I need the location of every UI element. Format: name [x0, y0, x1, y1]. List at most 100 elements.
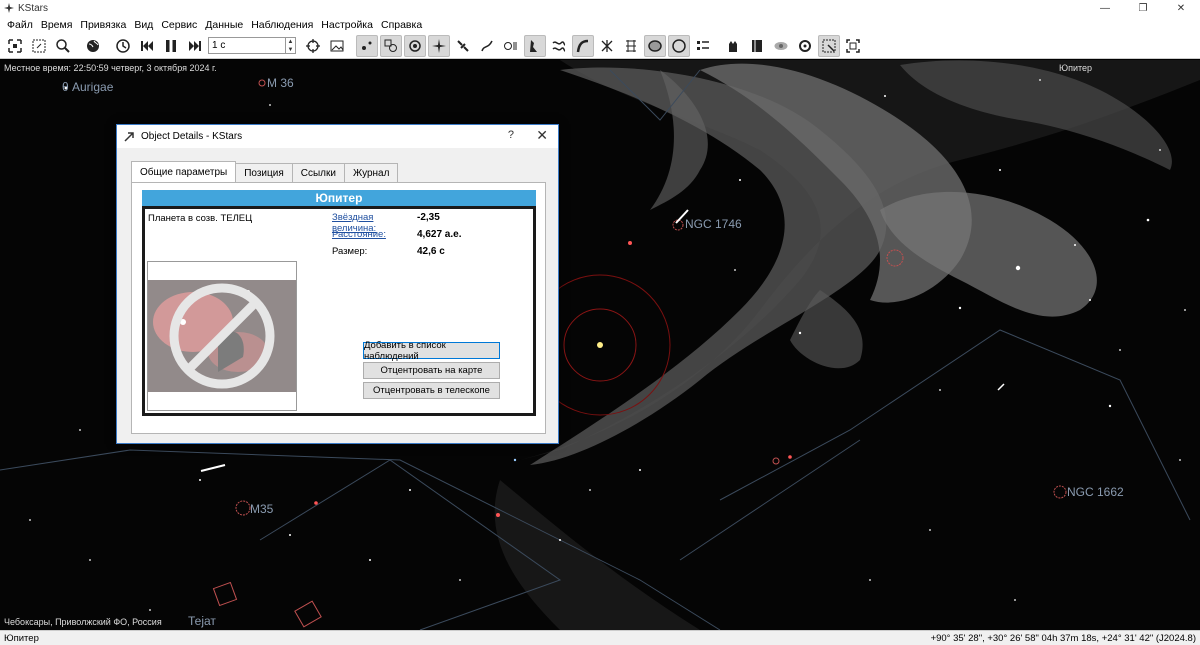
pause-icon [166, 39, 176, 52]
toggle-hips-button[interactable] [692, 35, 714, 57]
toggle-stars-button[interactable] [356, 34, 378, 57]
close-window-button[interactable]: ✕ [1162, 0, 1200, 16]
menu-bar: Файл Время Привязка Вид Сервис Данные На… [0, 16, 1200, 33]
center-telescope-button[interactable]: Отцентровать в телескопе [363, 382, 500, 399]
maximize-button[interactable]: ❐ [1124, 0, 1162, 16]
close-dialog-button[interactable]: ✕ [536, 127, 548, 144]
globe-button[interactable] [82, 35, 104, 57]
target-icon [799, 39, 811, 52]
time-backward-button[interactable] [136, 35, 158, 57]
galaxy-marker[interactable] [294, 600, 322, 628]
toggle-constellation-art-button[interactable] [524, 34, 546, 57]
hud-focus-object: Юпитер [1059, 63, 1093, 73]
center-on-map-button[interactable]: Отцентровать на карте [363, 362, 500, 379]
streak [997, 383, 1005, 391]
label-ngc1662[interactable]: NGC 1662 [1067, 485, 1124, 499]
fullscreen-button[interactable] [842, 35, 864, 57]
find-object-button[interactable] [52, 35, 74, 57]
ngc1662-marker[interactable] [1053, 485, 1067, 499]
m36-marker[interactable] [258, 79, 266, 87]
property-distance: Расстояние: 4,627 а.е. [332, 229, 461, 240]
menu-help[interactable]: Справка [377, 19, 426, 31]
menu-file[interactable]: Файл [3, 19, 37, 31]
toggle-ground-button[interactable] [620, 35, 642, 57]
menu-settings[interactable]: Настройка [317, 19, 377, 31]
object-details-dialog: Object Details - KStars ? ✕ Общие параме… [116, 124, 559, 444]
toggle-ecliptic-button[interactable] [572, 34, 594, 57]
ellipse-icon [648, 39, 662, 52]
select-area-icon [822, 39, 836, 52]
jupiter-marker[interactable] [597, 342, 603, 348]
sky-calendar-button[interactable] [746, 35, 768, 57]
tab-log[interactable]: Журнал [343, 163, 399, 182]
toggle-flags-button[interactable] [668, 34, 690, 57]
tab-position[interactable]: Позиция [235, 163, 293, 182]
image-viewer-button[interactable] [326, 35, 348, 57]
menu-view[interactable]: Вид [130, 19, 157, 31]
toggle-deep-sky-button[interactable] [380, 34, 402, 57]
constellation-boundary [679, 439, 861, 561]
fullscreen-icon [846, 38, 860, 53]
toggle-supernovae-button[interactable] [476, 35, 498, 57]
satellite-icon [457, 39, 469, 52]
distance-link[interactable]: Расстояние: [332, 229, 417, 240]
zoom-region-icon [32, 39, 46, 52]
object-info-box: Планета в созв. ТЕЛЕЦ Звёздная величина:… [142, 206, 536, 416]
size-value: 42,6 с [417, 246, 445, 257]
zoom-region-button[interactable] [28, 35, 50, 57]
dso-marker[interactable] [772, 457, 780, 465]
tab-general[interactable]: Общие параметры [131, 161, 237, 182]
menu-data[interactable]: Данные [201, 19, 247, 31]
set-time-button[interactable] [112, 35, 134, 57]
time-step-spinner[interactable]: ▲ ▼ [286, 37, 296, 54]
galaxy-marker[interactable] [212, 581, 238, 607]
toggle-eye-button[interactable] [770, 35, 792, 57]
toggle-constellation-lines-button[interactable] [428, 34, 450, 57]
observing-list-button[interactable] [722, 35, 744, 57]
no-image-placeholder-icon [148, 280, 296, 392]
toggle-fov-button[interactable] [794, 35, 816, 57]
label-m36[interactable]: M 36 [267, 76, 294, 90]
pause-clock-button[interactable] [160, 35, 182, 57]
sparkle-icon [432, 38, 446, 53]
toggle-satellites-button[interactable] [452, 35, 474, 57]
menu-observation[interactable]: Наблюдения [247, 19, 317, 31]
toggle-solar-system-button[interactable] [404, 34, 426, 57]
status-coordinates: +90° 35' 28", +30° 26' 58" 04h 37m 18s, … [930, 632, 1196, 644]
toggle-grid-button[interactable] [596, 35, 618, 57]
circle-icon [672, 38, 686, 53]
toggle-horizon-labels-button[interactable] [500, 35, 522, 57]
menu-pointing[interactable]: Привязка [76, 19, 130, 31]
dialog-titlebar[interactable]: Object Details - KStars ? ✕ [117, 125, 558, 148]
swoosh-icon [576, 39, 589, 52]
spin-up-icon[interactable]: ▲ [286, 38, 295, 46]
menu-tools[interactable]: Сервис [157, 19, 201, 31]
dialog-tabs: Общие параметры Позиция Ссылки Журнал [131, 161, 399, 182]
hud-local-time: Местное время: 22:50:59 четверг, 3 октяб… [4, 63, 217, 73]
toggle-milky-way-button[interactable] [548, 35, 570, 57]
toggle-mosaic-button[interactable] [818, 34, 840, 57]
help-button[interactable]: ? [508, 129, 514, 141]
spin-down-icon[interactable]: ▼ [286, 46, 295, 54]
add-to-observing-list-button[interactable]: Добавить в список наблюдений [363, 340, 500, 362]
time-forward-button[interactable] [184, 35, 206, 57]
m35-marker[interactable] [235, 500, 251, 516]
label-ngc1746[interactable]: NGC 1746 [685, 217, 742, 231]
menu-time[interactable]: Время [37, 19, 77, 31]
search-icon [56, 38, 70, 53]
label-m35[interactable]: M35 [250, 502, 273, 516]
toggle-horizon-button[interactable] [644, 34, 666, 57]
curve-icon [481, 40, 493, 51]
tab-links[interactable]: Ссылки [291, 163, 345, 182]
label-theta-aurigae[interactable]: θ Aurigae [62, 80, 113, 94]
telescope-target-button[interactable] [302, 35, 324, 57]
object-image [147, 261, 297, 411]
zoom-fit-button[interactable] [4, 35, 26, 57]
general-tab-panel: Юпитер Планета в созв. ТЕЛЕЦ Звёздная ве… [131, 182, 546, 434]
status-object: Юпитер [4, 632, 39, 644]
label-tejat[interactable]: Тејат [188, 614, 216, 628]
time-step-input[interactable]: 1 с [208, 37, 286, 54]
minimize-button[interactable]: — [1086, 0, 1124, 16]
zoom-fit-icon [8, 38, 22, 53]
compass-label-icon [504, 41, 517, 50]
